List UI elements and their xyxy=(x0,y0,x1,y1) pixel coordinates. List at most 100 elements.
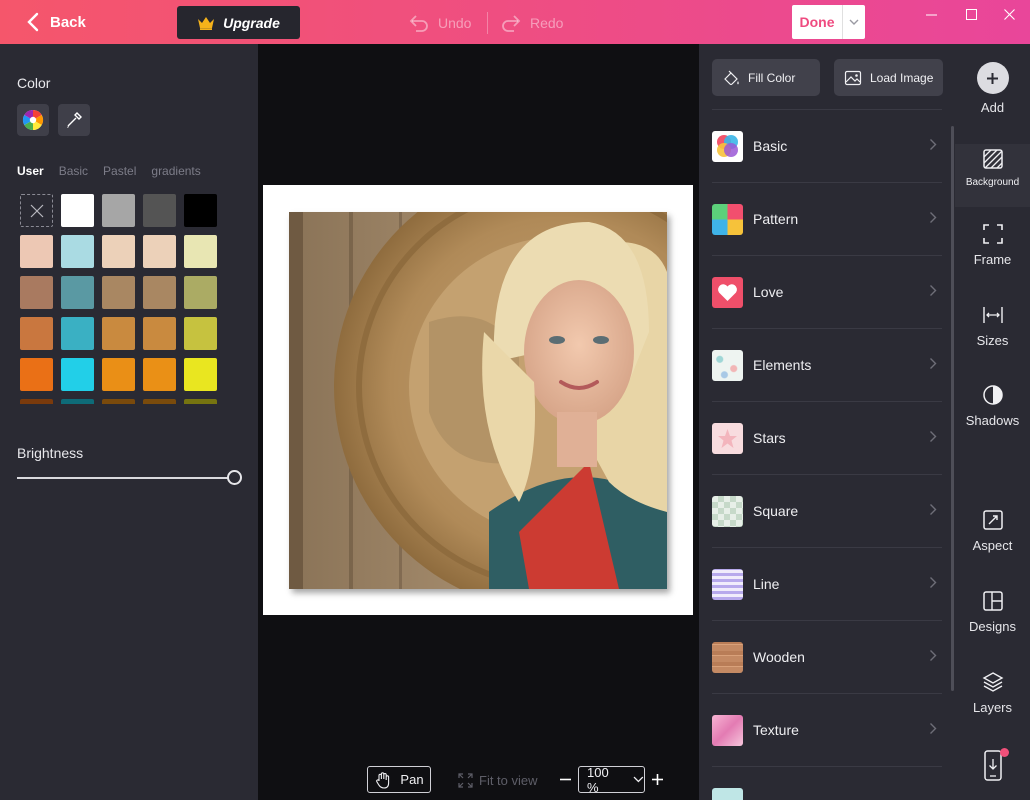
plus-icon xyxy=(651,774,663,785)
brightness-slider-track[interactable] xyxy=(17,477,235,479)
color-swatch[interactable] xyxy=(184,399,217,404)
color-swatch[interactable] xyxy=(102,235,135,268)
color-swatch[interactable] xyxy=(184,276,217,309)
color-swatch[interactable] xyxy=(102,276,135,309)
upgrade-button[interactable]: Upgrade xyxy=(177,6,300,39)
stars-thumbnail xyxy=(712,422,743,454)
category-label: Texture xyxy=(753,722,799,738)
category-stars[interactable]: Stars xyxy=(712,401,942,474)
color-swatch[interactable] xyxy=(61,399,94,404)
category-pattern[interactable]: Pattern xyxy=(712,182,942,255)
minimize-button[interactable] xyxy=(916,6,946,22)
color-swatch[interactable] xyxy=(102,317,135,350)
color-swatch[interactable] xyxy=(20,276,53,309)
rail-add[interactable]: Add xyxy=(955,62,1030,115)
zoom-in-button[interactable] xyxy=(648,766,666,793)
rail-frame[interactable]: Frame xyxy=(955,222,1030,267)
panel-scrollbar[interactable] xyxy=(951,126,954,691)
color-wheel-button[interactable] xyxy=(17,104,49,136)
crown-icon xyxy=(198,16,215,30)
rail-background[interactable]: Background xyxy=(955,144,1030,207)
color-swatch[interactable] xyxy=(61,317,94,350)
love-thumbnail xyxy=(712,276,743,308)
add-circle xyxy=(976,62,1009,94)
color-swatch[interactable] xyxy=(20,317,53,350)
rail-sizes[interactable]: Sizes xyxy=(955,303,1030,348)
color-swatch[interactable] xyxy=(184,358,217,391)
background-icon xyxy=(982,149,1003,169)
zoom-level-select[interactable]: 100 % xyxy=(578,765,645,795)
color-swatch[interactable] xyxy=(143,399,176,404)
color-swatch[interactable] xyxy=(102,358,135,391)
undo-button[interactable]: Undo xyxy=(408,10,471,36)
fill-color-button[interactable]: Fill Color xyxy=(712,59,820,96)
maximize-button[interactable] xyxy=(956,6,986,22)
rail-layers[interactable]: Layers xyxy=(955,670,1030,715)
color-swatch[interactable] xyxy=(61,194,94,227)
category-elements[interactable]: Elements xyxy=(712,328,942,401)
wooden-thumbnail xyxy=(712,641,743,673)
tab-basic[interactable]: Basic xyxy=(59,164,88,178)
pan-button[interactable]: Pan xyxy=(367,766,431,793)
zoom-out-button[interactable] xyxy=(556,766,574,793)
redo-button[interactable]: Redo xyxy=(500,10,563,36)
color-swatch[interactable] xyxy=(143,235,176,268)
brightness-slider-handle[interactable] xyxy=(227,470,242,485)
tab-gradients[interactable]: gradients xyxy=(151,164,200,178)
color-swatch[interactable] xyxy=(61,235,94,268)
category-basic[interactable]: Basic xyxy=(712,109,942,182)
color-swatch[interactable] xyxy=(184,235,217,268)
brightness-title: Brightness xyxy=(17,445,84,461)
upgrade-label: Upgrade xyxy=(223,14,280,31)
chevron-right-icon xyxy=(930,358,937,369)
rail-label: Sizes xyxy=(976,333,1009,348)
color-swatch[interactable] xyxy=(102,194,135,227)
close-window-button[interactable] xyxy=(994,6,1024,22)
color-swatch[interactable] xyxy=(143,317,176,350)
color-swatch[interactable] xyxy=(184,317,217,350)
category-wooden[interactable]: Wooden xyxy=(712,620,942,693)
category-square[interactable]: Square xyxy=(712,474,942,547)
done-dropdown-button[interactable] xyxy=(843,19,865,26)
color-swatch[interactable] xyxy=(61,276,94,309)
color-swatch[interactable] xyxy=(143,358,176,391)
image-icon xyxy=(844,70,862,85)
color-swatch[interactable] xyxy=(143,276,176,309)
chevron-down-icon xyxy=(633,776,644,783)
category-texture[interactable]: Texture xyxy=(712,693,942,766)
device-icon-wrap xyxy=(981,748,1009,782)
fit-to-view-button[interactable]: Fit to view xyxy=(458,771,538,789)
back-button[interactable]: Back xyxy=(26,11,86,33)
color-swatch[interactable] xyxy=(20,358,53,391)
done-button[interactable]: Done xyxy=(792,14,842,30)
chevron-right-icon xyxy=(930,650,937,661)
eyedropper-button[interactable] xyxy=(58,104,90,136)
color-swatch[interactable] xyxy=(102,399,135,404)
load-image-button[interactable]: Load Image xyxy=(834,59,943,96)
color-swatch[interactable] xyxy=(20,399,53,404)
redo-label: Redo xyxy=(530,15,564,31)
color-swatch[interactable] xyxy=(143,194,176,227)
maximize-icon xyxy=(965,8,977,20)
color-swatch[interactable] xyxy=(61,358,94,391)
color-swatch[interactable] xyxy=(184,194,217,227)
color-swatch[interactable] xyxy=(20,235,53,268)
category-love[interactable]: Love xyxy=(712,255,942,328)
line-thumbnail xyxy=(712,568,743,600)
rail-label: Layers xyxy=(972,700,1013,715)
no-color-swatch[interactable] xyxy=(20,194,53,227)
category-partial[interactable] xyxy=(712,766,942,800)
rail-label: Shadows xyxy=(965,413,1020,428)
photo-layer[interactable] xyxy=(289,212,667,589)
color-wheel-icon xyxy=(22,109,44,131)
rail-designs[interactable]: Designs xyxy=(955,589,1030,634)
rail-shadows[interactable]: Shadows xyxy=(955,383,1030,428)
color-panel: Color User Basic Pastel gradients Bright… xyxy=(0,44,258,800)
rail-aspect[interactable]: Aspect xyxy=(955,508,1030,553)
rail-export-device[interactable] xyxy=(955,748,1030,782)
back-label: Back xyxy=(50,13,86,31)
tab-user[interactable]: User xyxy=(17,164,44,178)
tab-pastel[interactable]: Pastel xyxy=(103,164,136,178)
done-split-button: Done xyxy=(792,5,865,39)
category-line[interactable]: Line xyxy=(712,547,942,620)
